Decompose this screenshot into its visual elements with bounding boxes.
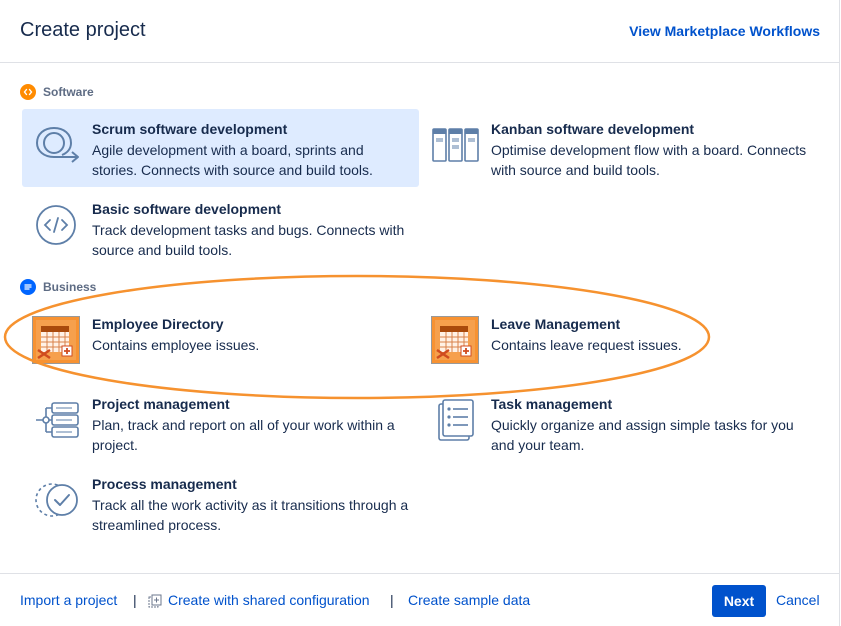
document-badge-icon — [20, 279, 36, 295]
next-button[interactable]: Next — [712, 585, 766, 617]
scrum-icon — [32, 121, 80, 169]
project-type-kanban[interactable]: Kanban software development Optimise dev… — [421, 109, 818, 187]
project-type-description: Optimise development flow with a board. … — [491, 142, 807, 178]
section-header-business: Business — [20, 278, 96, 296]
import-project-link[interactable]: Import a project — [20, 592, 117, 608]
shared-config-icon — [148, 594, 162, 608]
project-type-name: Scrum software development — [92, 121, 288, 137]
section-header-software: Software — [20, 83, 94, 101]
project-type-description: Track development tasks and bugs. Connec… — [92, 222, 405, 258]
section-label-business: Business — [43, 280, 97, 294]
project-type-description: Track all the work activity as it transi… — [92, 497, 409, 533]
project-type-description: Plan, track and report on all of your wo… — [92, 417, 395, 453]
project-type-name: Kanban software development — [491, 121, 695, 137]
project-type-name: Employee Directory — [92, 316, 224, 332]
project-type-scrum[interactable]: Scrum software development Agile develop… — [22, 109, 419, 187]
process-check-icon — [32, 476, 80, 524]
project-type-process-management[interactable]: Process management Track all the work ac… — [22, 464, 419, 542]
dialog-header: Create project View Marketplace Workflow… — [0, 0, 840, 63]
project-type-name: Basic software development — [92, 201, 282, 217]
section-label-software: Software — [43, 85, 94, 99]
dialog-title: Create project — [20, 19, 146, 41]
project-type-name: Process management — [92, 476, 237, 492]
create-with-shared-configuration-link[interactable]: Create with shared configuration — [168, 592, 370, 608]
project-type-description: Agile development with a board, sprints … — [92, 142, 373, 178]
project-type-name: Leave Management — [491, 316, 621, 332]
calendar-icon — [431, 316, 479, 364]
project-type-description: Quickly organize and assign simple tasks… — [491, 417, 794, 453]
view-marketplace-workflows-link[interactable]: View Marketplace Workflows — [629, 23, 820, 39]
footer-separator: | — [390, 592, 394, 608]
project-type-description: Contains employee issues. — [92, 337, 260, 353]
project-management-icon — [32, 396, 80, 444]
create-project-dialog: Create project View Marketplace Workflow… — [0, 0, 840, 626]
task-list-icon — [431, 396, 479, 444]
project-type-task-management[interactable]: Task management Quickly organize and ass… — [421, 384, 818, 462]
calendar-icon — [32, 316, 80, 364]
cancel-button[interactable]: Cancel — [776, 592, 820, 608]
project-type-name: Task management — [491, 396, 613, 412]
code-badge-icon — [20, 84, 36, 100]
project-type-name: Project management — [92, 396, 230, 412]
dialog-footer: Import a project | Create with shared co… — [0, 573, 840, 626]
project-type-employee-directory[interactable]: Employee Directory Contains employee iss… — [22, 304, 419, 382]
footer-separator: | — [133, 592, 137, 608]
code-icon — [32, 201, 80, 249]
kanban-icon — [431, 121, 479, 169]
project-type-description: Contains leave request issues. — [491, 337, 682, 353]
project-type-basic[interactable]: Basic software development Track develop… — [22, 189, 419, 267]
project-type-leave-management[interactable]: Leave Management Contains leave request … — [421, 304, 818, 382]
project-type-project-management[interactable]: Project management Plan, track and repor… — [22, 384, 419, 462]
create-sample-data-link[interactable]: Create sample data — [408, 592, 530, 608]
